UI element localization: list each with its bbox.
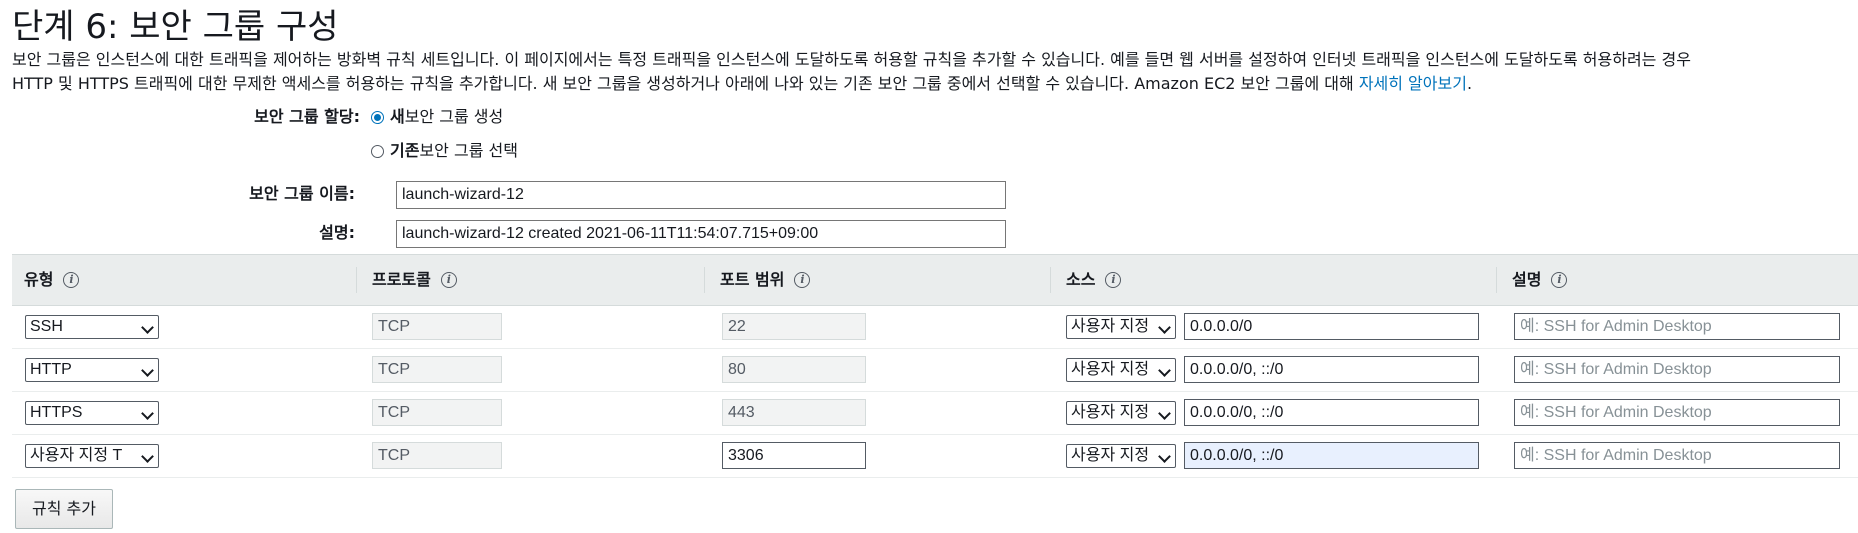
header-source: 소스 i bbox=[1066, 269, 1122, 291]
rule-port-input: 22 bbox=[722, 313, 866, 340]
group-name-label: 보안 그룹 이름: bbox=[249, 184, 355, 203]
header-type: 유형 i bbox=[24, 269, 80, 291]
rule-protocol: TCP bbox=[372, 442, 502, 469]
rule-row: 사용자 지정 T TCP 3306 사용자 지정 0.0.0.0/0, ::/0… bbox=[12, 434, 1858, 478]
rule-description-input[interactable]: 예: SSH for Admin Desktop bbox=[1514, 399, 1840, 426]
rule-protocol: TCP bbox=[372, 399, 502, 426]
info-icon[interactable]: i bbox=[1551, 272, 1568, 288]
chevron-down-icon bbox=[1158, 450, 1171, 463]
rule-port-input[interactable]: 3306 bbox=[722, 442, 866, 469]
chevron-down-icon bbox=[141, 321, 154, 334]
rule-protocol: TCP bbox=[372, 313, 502, 340]
rules-table-header: 유형 i 프로토콜 i 포트 범위 i 소스 i 설명 i bbox=[12, 254, 1858, 306]
radio-existing-icon[interactable] bbox=[371, 144, 384, 158]
info-icon[interactable]: i bbox=[794, 272, 811, 288]
description-line-2: HTTP 및 HTTPS 트래픽에 대한 무제한 액세스를 허용하는 규칙을 추… bbox=[12, 74, 1473, 93]
chevron-down-icon bbox=[141, 450, 154, 463]
group-description-label: 설명: bbox=[319, 223, 355, 242]
rule-source-input[interactable]: 0.0.0.0/0, ::/0 bbox=[1184, 356, 1479, 383]
rule-source-input[interactable]: 0.0.0.0/0 bbox=[1184, 313, 1479, 340]
rule-protocol: TCP bbox=[372, 356, 502, 383]
assignment-label: 보안 그룹 할당: bbox=[254, 107, 360, 126]
page-description: 보안 그룹은 인스턴스에 대한 트래픽을 제어하는 방화벽 규칙 세트입니다. … bbox=[12, 48, 1852, 96]
header-protocol: 프로토콜 i bbox=[372, 269, 457, 291]
header-description: 설명 i bbox=[1512, 269, 1568, 291]
radio-new-group[interactable]: 새 보안 그룹 생성 bbox=[371, 106, 503, 128]
rule-source-input[interactable]: 0.0.0.0/0, ::/0 bbox=[1184, 399, 1479, 426]
radio-new-icon[interactable] bbox=[371, 110, 384, 124]
rule-type-select[interactable]: HTTP bbox=[25, 358, 159, 382]
rule-port-input: 443 bbox=[722, 399, 866, 426]
chevron-down-icon bbox=[1158, 321, 1171, 334]
rule-description-input[interactable]: 예: SSH for Admin Desktop bbox=[1514, 356, 1840, 383]
rule-source-select[interactable]: 사용자 지정 bbox=[1066, 444, 1176, 468]
page-title: 단계 6: 보안 그룹 구성 bbox=[12, 7, 339, 47]
rule-row: HTTPS TCP 443 사용자 지정 0.0.0.0/0, ::/0 예: … bbox=[12, 391, 1858, 435]
rule-description-input[interactable]: 예: SSH for Admin Desktop bbox=[1514, 442, 1840, 469]
security-group-page: 단계 6: 보안 그룹 구성 보안 그룹은 인스턴스에 대한 트래픽을 제어하는… bbox=[0, 0, 1858, 533]
group-description-input[interactable]: launch-wizard-12 created 2021-06-11T11:5… bbox=[396, 220, 1006, 248]
rule-source-select[interactable]: 사용자 지정 bbox=[1066, 401, 1176, 425]
chevron-down-icon bbox=[1158, 364, 1171, 377]
rule-source-select[interactable]: 사용자 지정 bbox=[1066, 358, 1176, 382]
rule-row: SSH TCP 22 사용자 지정 0.0.0.0/0 예: SSH for A… bbox=[12, 305, 1858, 349]
info-icon[interactable]: i bbox=[63, 272, 80, 288]
rule-source-input[interactable]: 0.0.0.0/0, ::/0 bbox=[1184, 442, 1479, 469]
header-divider bbox=[1050, 267, 1051, 293]
rule-type-select[interactable]: 사용자 지정 T bbox=[25, 444, 159, 468]
info-icon[interactable]: i bbox=[1105, 272, 1122, 288]
chevron-down-icon bbox=[141, 364, 154, 377]
rule-port-input: 80 bbox=[722, 356, 866, 383]
rule-row: HTTP TCP 80 사용자 지정 0.0.0.0/0, ::/0 예: SS… bbox=[12, 348, 1858, 392]
header-divider bbox=[704, 267, 705, 293]
radio-existing-group[interactable]: 기존 보안 그룹 선택 bbox=[371, 140, 518, 162]
chevron-down-icon bbox=[141, 407, 154, 420]
header-divider bbox=[356, 267, 357, 293]
rule-description-input[interactable]: 예: SSH for Admin Desktop bbox=[1514, 313, 1840, 340]
learn-more-link[interactable]: 자세히 알아보기 bbox=[1359, 74, 1467, 93]
rule-type-select[interactable]: HTTPS bbox=[25, 401, 159, 425]
chevron-down-icon bbox=[1158, 407, 1171, 420]
description-line-1: 보안 그룹은 인스턴스에 대한 트래픽을 제어하는 방화벽 규칙 세트입니다. … bbox=[12, 50, 1691, 69]
info-icon[interactable]: i bbox=[440, 272, 457, 288]
header-port-range: 포트 범위 i bbox=[720, 269, 811, 291]
rule-type-select[interactable]: SSH bbox=[25, 315, 159, 339]
header-divider bbox=[1496, 267, 1497, 293]
rule-source-select[interactable]: 사용자 지정 bbox=[1066, 315, 1176, 339]
add-rule-button[interactable]: 규칙 추가 bbox=[15, 489, 113, 529]
group-name-input[interactable]: launch-wizard-12 bbox=[396, 181, 1006, 209]
